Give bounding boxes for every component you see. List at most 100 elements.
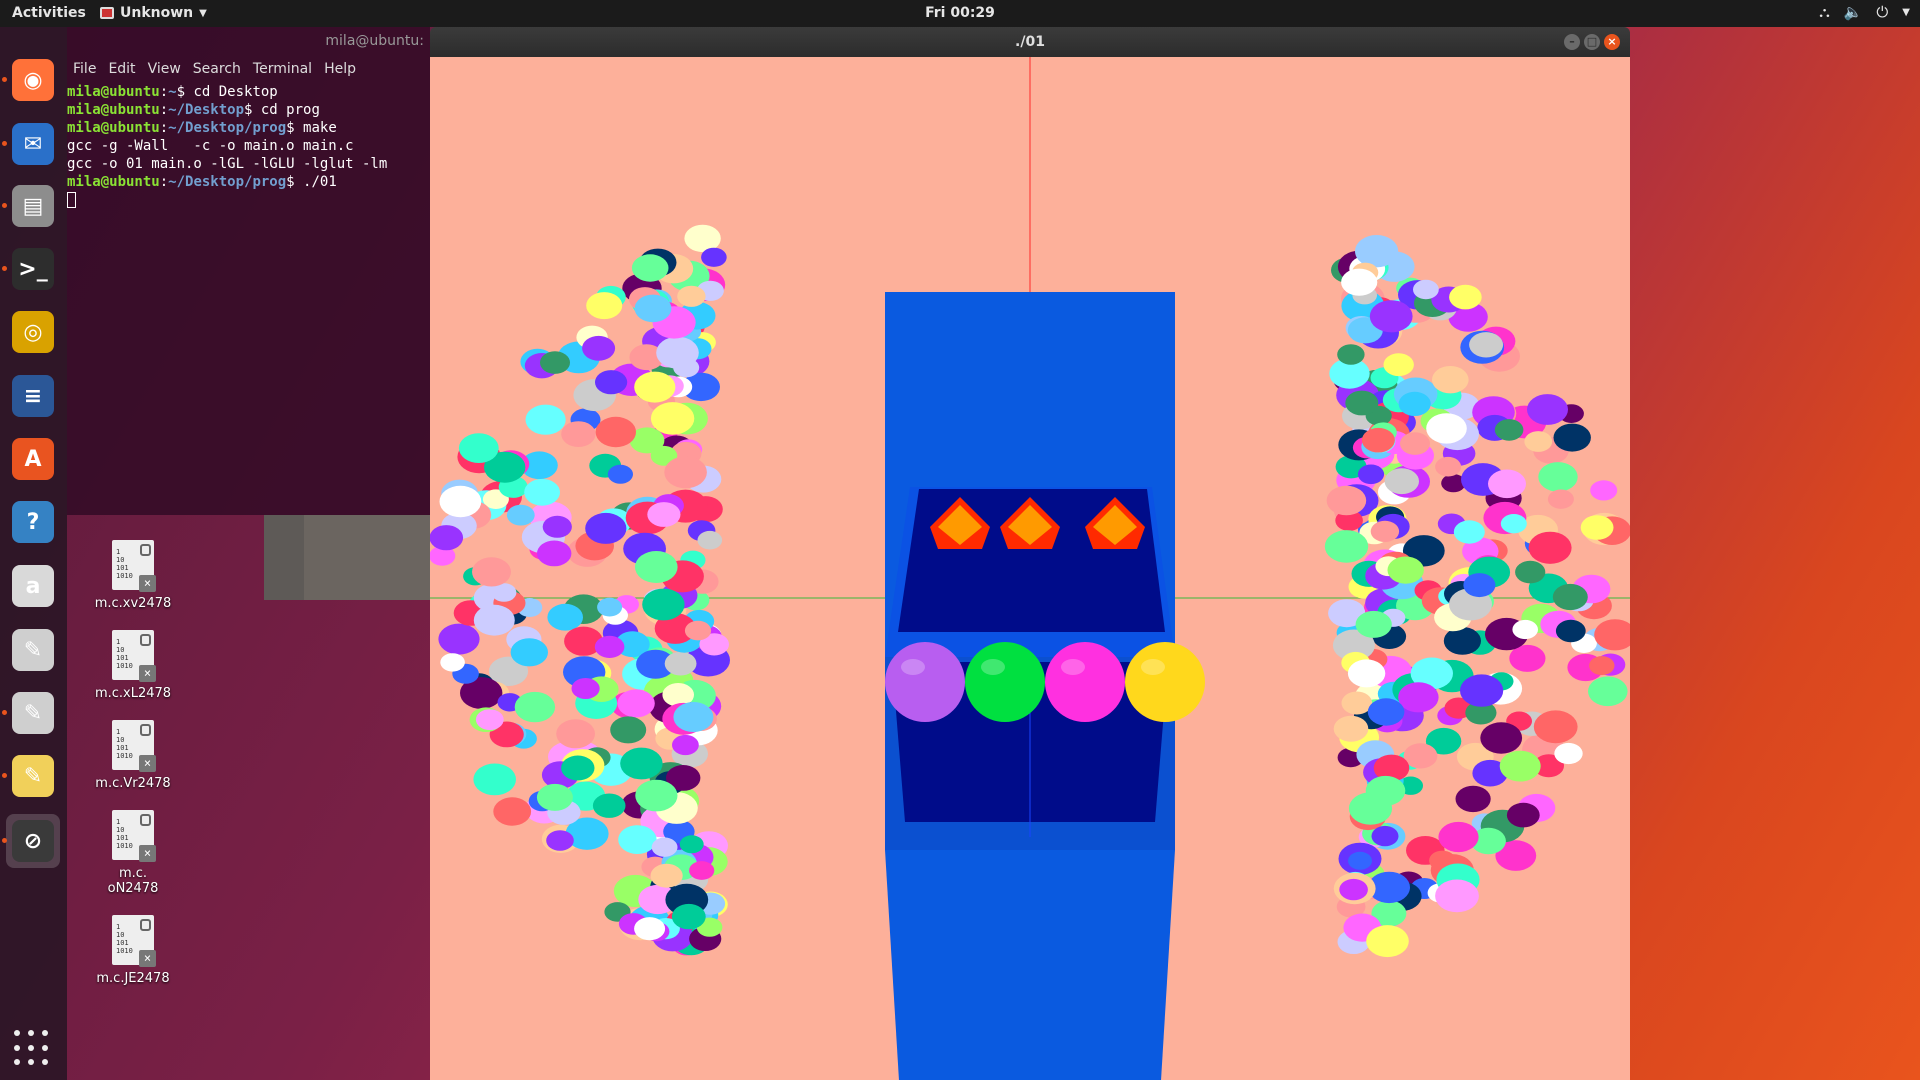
particle — [607, 464, 633, 484]
particle — [547, 603, 583, 631]
particle — [1555, 619, 1586, 643]
dock-item-rhythmbox[interactable]: ◎ — [6, 305, 60, 359]
app-menu[interactable]: Unknown ▼ — [100, 5, 207, 21]
terminal-window[interactable]: mila@ubuntu: File Edit View Search Terminal H… — [67, 27, 430, 515]
dock-item-files[interactable]: ▤ — [2, 179, 60, 233]
menu-item-terminal[interactable]: Terminal — [253, 61, 312, 77]
command-text: make — [303, 120, 337, 136]
desktop-file[interactable]: 1 10 101 1010 × m.c.JE2478 — [78, 915, 188, 986]
particle — [1506, 802, 1540, 828]
menu-item-search[interactable]: Search — [193, 61, 241, 77]
gl-canvas[interactable] — [430, 57, 1630, 1080]
terminal-icon: >_ — [12, 248, 54, 290]
particle — [1400, 432, 1430, 455]
particle — [540, 351, 570, 374]
terminal-output[interactable]: mila@ubuntu:~$ cd Desktop mila@ubuntu:~/D… — [67, 83, 387, 209]
particle — [1499, 750, 1541, 782]
network-icon[interactable]: ⛬ — [1819, 3, 1830, 21]
lock-icon — [140, 919, 151, 931]
particle — [650, 402, 695, 435]
text-cursor — [67, 192, 76, 208]
particle — [1553, 423, 1591, 452]
particle — [610, 716, 647, 744]
chevron-down-icon[interactable]: ▼ — [1902, 7, 1910, 18]
opengl-window[interactable]: ./01 – □ × — [430, 27, 1630, 1080]
dock-item-libreoffice-writer[interactable]: ≡ — [6, 369, 60, 423]
rhythmbox-icon: ◎ — [12, 311, 54, 353]
binary-file-icon: 1 10 101 1010 × — [112, 720, 156, 772]
broken-link-icon: × — [139, 755, 156, 772]
menu-item-help[interactable]: Help — [324, 61, 356, 77]
desktop-file[interactable]: 1 10 101 1010 × m.c.Vr2478 — [78, 720, 188, 791]
close-icon[interactable]: × — [1604, 34, 1620, 50]
dock-item-software-center[interactable]: A — [6, 432, 60, 486]
dock-item-terminal[interactable]: >_ — [2, 242, 60, 296]
desktop-file[interactable]: 1 10 101 1010 × m.c. oN2478 — [78, 810, 188, 896]
prompt-path: ~/Desktop/prog — [168, 174, 287, 190]
particle — [1355, 235, 1399, 268]
activities-button[interactable]: Activities — [12, 5, 86, 21]
clock[interactable]: Fri 00:29 — [0, 5, 1920, 21]
particle — [1533, 710, 1578, 744]
notes-icon: ✎ — [12, 755, 54, 797]
minimize-icon[interactable]: – — [1564, 34, 1580, 50]
particle — [595, 416, 636, 448]
particle — [556, 719, 595, 749]
ball-highlight — [981, 659, 1005, 675]
particle — [1370, 520, 1400, 542]
thunderbird-icon: ✉ — [12, 123, 54, 165]
desktop-file[interactable]: 1 10 101 1010 × m.c.xv2478 — [78, 540, 188, 611]
particle — [1413, 279, 1439, 300]
menu-item-view[interactable]: View — [148, 61, 181, 77]
particle — [542, 515, 572, 538]
particle — [1500, 514, 1527, 534]
broken-link-icon: × — [139, 845, 156, 862]
menu-item-edit[interactable]: Edit — [108, 61, 135, 77]
particle — [597, 597, 623, 617]
broken-link-icon: × — [139, 575, 156, 592]
particle — [1554, 742, 1583, 765]
dock-item-amazon[interactable]: a — [6, 559, 60, 613]
dock-item-help[interactable]: ? — [6, 495, 60, 549]
particle — [1463, 573, 1496, 598]
particle — [635, 551, 678, 583]
dock-item-text-editor-2[interactable]: ✎ — [2, 686, 60, 740]
system-tray[interactable]: ⛬ 🔈 ⏻ ▼ — [1819, 3, 1910, 21]
particle — [1355, 610, 1392, 638]
particle — [673, 702, 714, 732]
particle — [430, 525, 464, 551]
particle — [1589, 656, 1615, 676]
particle — [1580, 515, 1614, 540]
dock-item-text-editor-1[interactable]: ✎ — [6, 623, 60, 677]
window-titlebar[interactable]: ./01 – □ × — [430, 27, 1630, 57]
particle — [1590, 480, 1618, 501]
background-window — [264, 515, 430, 600]
prompt-user: mila@ubuntu — [67, 84, 160, 100]
particle — [525, 404, 566, 435]
particle — [458, 433, 499, 463]
running-indicator — [2, 710, 7, 715]
particle — [634, 294, 672, 323]
maximize-icon[interactable]: □ — [1584, 34, 1600, 50]
particle — [536, 783, 573, 811]
particle — [585, 512, 627, 544]
command-text: ./01 — [303, 174, 337, 190]
command-output: gcc -o 01 main.o -lGL -lGLU -lglut -lm — [67, 156, 388, 172]
volume-icon[interactable]: 🔈 — [1844, 3, 1863, 21]
particle — [1383, 353, 1414, 377]
dock-item-firefox[interactable]: ◉ — [2, 53, 60, 107]
menu-item-file[interactable]: File — [73, 61, 96, 77]
particle — [1552, 583, 1588, 611]
dock-item-thunderbird[interactable]: ✉ — [2, 117, 60, 171]
particle — [617, 689, 655, 718]
particle — [1348, 851, 1372, 870]
power-icon[interactable]: ⏻ — [1876, 3, 1888, 21]
particle — [664, 456, 707, 489]
dock: ◉ ✉ ▤ >_ ◎ ≡ A? a ✎ ✎ ✎ ⊘ — [0, 27, 67, 1080]
dock-item-notes[interactable]: ✎ — [2, 749, 60, 803]
window-title: ./01 — [1015, 34, 1045, 50]
running-indicator — [2, 203, 7, 208]
desktop-file[interactable]: 1 10 101 1010 × m.c.xL2478 — [78, 630, 188, 701]
dock-item-opengl-app[interactable]: ⊘ — [2, 814, 60, 868]
show-applications-icon[interactable] — [14, 1030, 52, 1068]
